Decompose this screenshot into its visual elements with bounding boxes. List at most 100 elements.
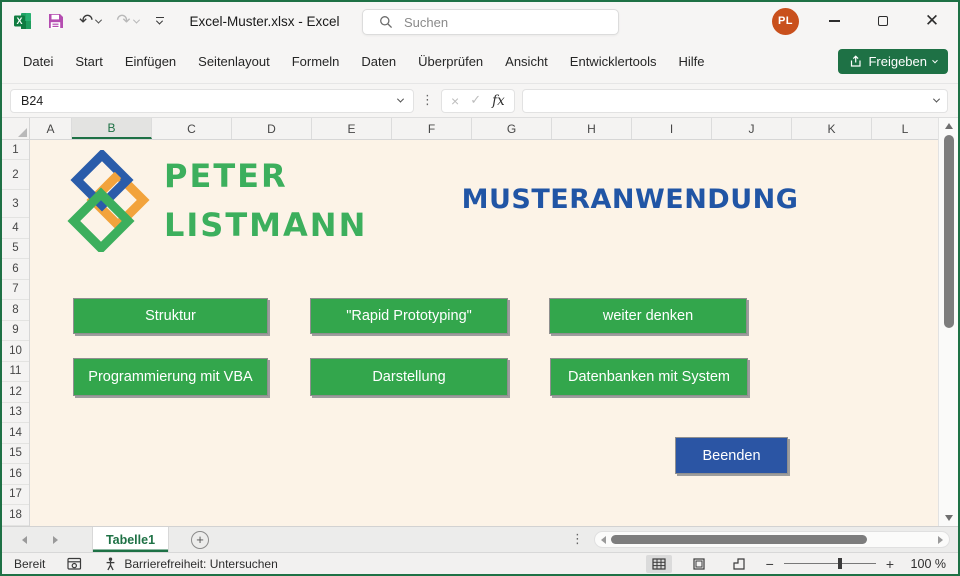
- app-button-datenbanken-mit-system[interactable]: Datenbanken mit System: [550, 358, 748, 396]
- user-avatar[interactable]: PL: [772, 8, 799, 35]
- insert-function-icon[interactable]: fx: [492, 93, 505, 109]
- row-header-8[interactable]: 8: [2, 300, 29, 321]
- worksheet-area: ABCDEFGHIJKL 123456789101112131415161718: [2, 118, 958, 526]
- scroll-left-icon[interactable]: [601, 536, 606, 544]
- column-header-d[interactable]: D: [232, 118, 312, 139]
- maximize-button[interactable]: [869, 7, 897, 35]
- logo-line2: LISTMANN: [164, 201, 367, 250]
- zoom-control: − +: [766, 556, 894, 572]
- ribbon-tab-hilfe[interactable]: Hilfe: [668, 54, 716, 69]
- scroll-right-icon[interactable]: [938, 536, 943, 544]
- formula-expand-chevron-icon[interactable]: [933, 96, 940, 103]
- column-header-k[interactable]: K: [792, 118, 872, 139]
- minimize-button[interactable]: [820, 7, 848, 35]
- row-header-9[interactable]: 9: [2, 321, 29, 342]
- ribbon-tab-entwicklertools[interactable]: Entwicklertools: [559, 54, 668, 69]
- zoom-slider-thumb[interactable]: [838, 558, 842, 569]
- app-button-weiter-denken[interactable]: weiter denken: [549, 298, 747, 334]
- maximize-icon: [878, 16, 888, 26]
- view-normal-button[interactable]: [646, 555, 672, 573]
- column-header-j[interactable]: J: [712, 118, 792, 139]
- share-button[interactable]: Freigeben: [838, 49, 948, 74]
- share-chevron-icon: [932, 57, 938, 63]
- name-box[interactable]: B24: [10, 89, 414, 113]
- undo-button[interactable]: ↶: [79, 13, 101, 30]
- app-button-struktur[interactable]: Struktur: [73, 298, 268, 334]
- ribbon-tab-formeln[interactable]: Formeln: [281, 54, 351, 69]
- row-header-3[interactable]: 3: [2, 190, 29, 218]
- scroll-up-icon[interactable]: [945, 123, 953, 129]
- macro-record-icon[interactable]: [67, 557, 82, 571]
- ribbon-tab-daten[interactable]: Daten: [350, 54, 407, 69]
- row-header-6[interactable]: 6: [2, 259, 29, 280]
- zoom-level[interactable]: 100 %: [908, 557, 946, 571]
- add-sheet-button[interactable]: +: [191, 531, 209, 549]
- app-button-beenden[interactable]: Beenden: [675, 437, 788, 474]
- row-header-7[interactable]: 7: [2, 280, 29, 301]
- column-header-a[interactable]: A: [30, 118, 72, 139]
- minimize-icon: [829, 20, 840, 21]
- sheet-canvas[interactable]: PETER LISTMANN MUSTERANWENDUNG Struktur"…: [30, 140, 938, 526]
- ribbon-tab-datei[interactable]: Datei: [12, 54, 64, 69]
- row-header-18[interactable]: 18: [2, 505, 29, 526]
- ribbon-tab-start[interactable]: Start: [64, 54, 113, 69]
- search-input[interactable]: Suchen: [362, 9, 619, 35]
- sheet-tab-tabelle1[interactable]: Tabelle1: [92, 527, 169, 552]
- row-header-15[interactable]: 15: [2, 444, 29, 465]
- close-button[interactable]: ✕: [918, 7, 946, 35]
- column-header-h[interactable]: H: [552, 118, 632, 139]
- row-header-10[interactable]: 10: [2, 341, 29, 362]
- sheet-tab-bar: Tabelle1 + ⋮: [2, 526, 958, 552]
- formula-input[interactable]: [522, 89, 948, 113]
- select-all-corner[interactable]: [2, 118, 30, 139]
- next-sheet-icon[interactable]: [53, 536, 58, 544]
- column-header-c[interactable]: C: [152, 118, 232, 139]
- name-box-chevron-icon[interactable]: [397, 96, 404, 103]
- column-header-l[interactable]: L: [872, 118, 938, 139]
- formula-bar-handle[interactable]: ⋮: [421, 93, 434, 108]
- save-icon[interactable]: [47, 13, 64, 30]
- undo-chevron-icon[interactable]: [95, 16, 102, 23]
- horizontal-scrollbar[interactable]: [594, 531, 950, 548]
- excel-app-icon: X: [14, 12, 32, 30]
- document-title: Excel-Muster.xlsx - Excel: [190, 14, 340, 29]
- app-button-programmierung-mit-vba[interactable]: Programmierung mit VBA: [73, 358, 268, 396]
- horizontal-scroll-thumb[interactable]: [611, 535, 867, 544]
- ribbon-tab-seitenlayout[interactable]: Seitenlayout: [187, 54, 281, 69]
- prev-sheet-icon[interactable]: [22, 536, 27, 544]
- column-header-f[interactable]: F: [392, 118, 472, 139]
- column-header-b[interactable]: B: [72, 118, 152, 139]
- ribbon-tab-einfügen[interactable]: Einfügen: [114, 54, 187, 69]
- ribbon-tab-überprüfen[interactable]: Überprüfen: [407, 54, 494, 69]
- zoom-slider[interactable]: [784, 563, 876, 564]
- view-page-layout-button[interactable]: [686, 555, 712, 573]
- row-header-13[interactable]: 13: [2, 403, 29, 424]
- enter-icon: ✓: [470, 93, 481, 108]
- row-header-12[interactable]: 12: [2, 382, 29, 403]
- row-header-17[interactable]: 17: [2, 485, 29, 506]
- row-header-4[interactable]: 4: [2, 218, 29, 239]
- scrollbar-resize-handle[interactable]: ⋮: [571, 532, 584, 547]
- row-header-14[interactable]: 14: [2, 423, 29, 444]
- app-button-rapid-prototyping[interactable]: "Rapid Prototyping": [310, 298, 508, 334]
- row-header-5[interactable]: 5: [2, 239, 29, 260]
- column-header-e[interactable]: E: [312, 118, 392, 139]
- vertical-scroll-thumb[interactable]: [944, 135, 954, 328]
- view-page-break-button[interactable]: [726, 555, 752, 573]
- column-header-i[interactable]: I: [632, 118, 712, 139]
- row-header-11[interactable]: 11: [2, 362, 29, 383]
- company-logo: PETER LISTMANN: [66, 150, 367, 252]
- column-header-g[interactable]: G: [472, 118, 552, 139]
- undo-icon: ↶: [79, 13, 93, 30]
- row-header-1[interactable]: 1: [2, 140, 29, 160]
- row-header-2[interactable]: 2: [2, 160, 29, 190]
- scroll-down-icon[interactable]: [945, 515, 953, 521]
- row-header-16[interactable]: 16: [2, 464, 29, 485]
- vertical-scrollbar[interactable]: [938, 118, 958, 526]
- zoom-out-button[interactable]: −: [766, 556, 774, 572]
- ribbon-tab-ansicht[interactable]: Ansicht: [494, 54, 559, 69]
- zoom-in-button[interactable]: +: [886, 556, 894, 572]
- customize-toolbar-icon[interactable]: [156, 17, 164, 26]
- accessibility-status[interactable]: Barrierefreiheit: Untersuchen: [104, 557, 277, 571]
- app-button-darstellung[interactable]: Darstellung: [310, 358, 508, 396]
